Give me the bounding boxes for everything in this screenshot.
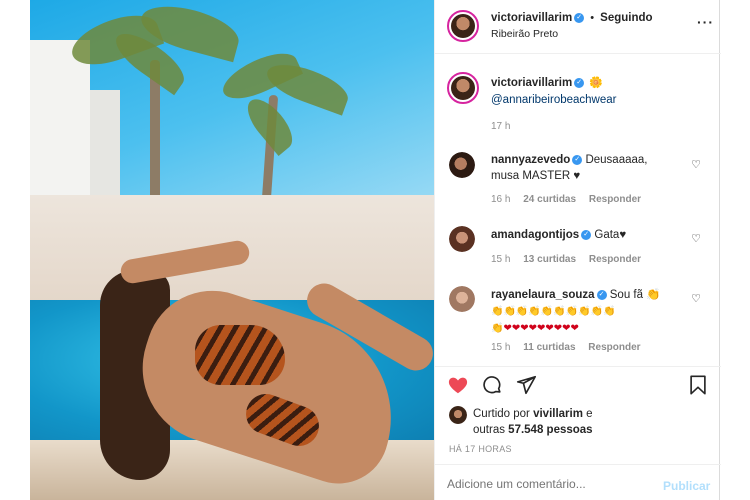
- bookmark-icon[interactable]: [687, 374, 709, 399]
- comment-likes[interactable]: 24 curtidas: [523, 194, 576, 205]
- comment-box-divider: [435, 464, 721, 465]
- heart-outline-icon[interactable]: ♡: [691, 232, 701, 245]
- avatar[interactable]: [449, 152, 475, 178]
- person-bikini-top: [195, 325, 285, 385]
- comment-text-cont: 👏❤❤❤❤❤❤❤❤❤: [491, 323, 579, 334]
- comment-username[interactable]: amandagontijos: [491, 229, 579, 241]
- comment-time: 16 h: [491, 194, 511, 205]
- publish-button[interactable]: Publicar: [663, 479, 710, 493]
- comment-item: rayanelaura_souza ✓ Sou fã 👏 👏👏👏👏👏👏👏👏👏👏 👏…: [435, 282, 721, 362]
- header-separator: •: [590, 12, 595, 24]
- reply-button[interactable]: Responder: [589, 254, 641, 265]
- verified-badge-icon: ✓: [596, 289, 607, 300]
- comment-username[interactable]: nannyazevedo: [491, 154, 570, 166]
- liked-user[interactable]: vivillarim: [533, 408, 583, 420]
- verified-badge-icon: ✓: [581, 229, 592, 240]
- photo-building: [30, 40, 90, 210]
- add-comment-bar: Publicar: [435, 468, 721, 500]
- caption-username[interactable]: victoriavillarim: [491, 77, 572, 89]
- heart-filled-icon[interactable]: [447, 374, 469, 399]
- avatar[interactable]: [449, 226, 475, 252]
- actions-divider: [435, 366, 721, 367]
- reply-button[interactable]: Responder: [588, 342, 640, 353]
- comment-text: Gata♥: [594, 229, 627, 241]
- post-photo[interactable]: [30, 0, 434, 500]
- comment-likes[interactable]: 13 curtidas: [523, 254, 576, 265]
- comment-item: amandagontijos ✓ Gata♥ ♡ 15 h 13 curtidas…: [435, 222, 721, 272]
- liked-others-prefix: outras: [473, 424, 505, 436]
- comment-text: Sou fã 👏: [609, 289, 661, 301]
- photo-person: [100, 238, 434, 500]
- post-header: victoriavillarim ✓ • Seguindo Ribeirão Pr…: [435, 0, 721, 52]
- reply-button[interactable]: Responder: [589, 194, 641, 205]
- comment-item: nannyazevedo ✓ Deusaaaaa, musa MASTER ♥ ♡…: [435, 148, 721, 208]
- avatar[interactable]: [447, 10, 479, 42]
- header-location[interactable]: Ribeirão Preto: [491, 28, 558, 40]
- verified-badge-icon: ✓: [572, 154, 583, 165]
- comment-time: 15 h: [491, 342, 511, 353]
- header-divider: [435, 53, 721, 54]
- avatar[interactable]: [449, 286, 475, 312]
- post-side-panel: victoriavillarim ✓ • Seguindo Ribeirão Pr…: [434, 0, 721, 500]
- photo-building-side: [90, 90, 120, 210]
- comment-text-cont: 👏👏👏👏👏👏👏👏👏👏: [491, 306, 616, 317]
- caption-emoji: 🌼: [589, 77, 603, 89]
- avatar[interactable]: [447, 72, 479, 104]
- comment-icon[interactable]: [481, 374, 503, 399]
- header-username[interactable]: victoriavillarim: [491, 12, 572, 24]
- heart-outline-icon[interactable]: ♡: [691, 292, 701, 305]
- comment-likes[interactable]: 11 curtidas: [523, 342, 575, 353]
- comment-text-cont: musa MASTER ♥: [491, 170, 581, 182]
- liked-by: Curtido por vivillarim e outras 57.548 p…: [435, 404, 721, 438]
- comment-input[interactable]: [447, 474, 647, 494]
- action-bar: [435, 372, 721, 404]
- post-timestamp[interactable]: HÁ 17 HORAS: [449, 444, 512, 454]
- liked-count[interactable]: 57.548 pessoas: [508, 424, 592, 436]
- verified-badge-icon: ✓: [574, 78, 585, 89]
- comment-text: Deusaaaaa,: [585, 154, 648, 166]
- caption-time: 17 h: [491, 121, 511, 132]
- liked-prefix: Curtido por: [473, 408, 530, 420]
- caption: victoriavillarim ✓ 🌼 @annaribeirobeachwea…: [435, 70, 721, 140]
- avatar[interactable]: [449, 406, 467, 424]
- comment-username[interactable]: rayanelaura_souza: [491, 289, 595, 301]
- person-body: [123, 273, 417, 497]
- heart-outline-icon[interactable]: ♡: [691, 158, 701, 171]
- ellipsis-icon[interactable]: ···: [697, 14, 714, 30]
- liked-and: e: [586, 408, 593, 420]
- verified-badge-icon: ✓: [574, 13, 585, 24]
- paper-plane-icon[interactable]: [515, 374, 537, 399]
- follow-status[interactable]: Seguindo: [600, 12, 652, 24]
- caption-mention[interactable]: @annaribeirobeachwear: [491, 94, 616, 106]
- comment-time: 15 h: [491, 254, 511, 265]
